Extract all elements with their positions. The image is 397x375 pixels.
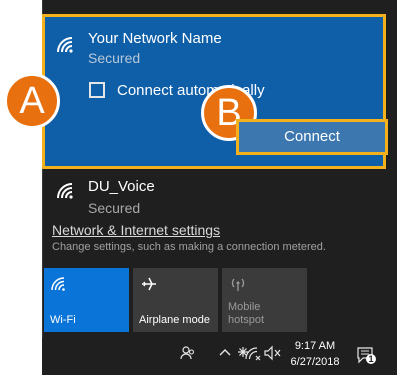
chevron-up-icon[interactable] [218,345,232,362]
airplane-mode-tile[interactable]: Airplane mode [133,268,218,332]
tile-label: Wi-Fi [50,314,76,326]
clock-date[interactable]: 6/27/2018 [287,356,343,368]
wifi-icon [51,277,65,291]
tile-label: Mobile hotspot [228,301,264,327]
wifi-toggle-tile[interactable]: Wi-Fi [44,268,129,332]
wifi-signal-icon [57,183,73,199]
clock-time[interactable]: 9:17 AM [290,340,340,352]
tile-label: Airplane mode [139,314,210,326]
volume-muted-icon[interactable] [263,345,283,364]
connect-button[interactable]: Connect [239,122,385,152]
network-status: Secured [88,200,141,216]
network-name: Your Network Name [88,30,222,47]
connect-automatically-checkbox[interactable] [89,82,105,98]
wifi-signal-icon [57,37,73,53]
network-tray-icon[interactable] [244,345,262,364]
action-center-icon[interactable]: 1 [356,346,378,369]
callout-a: A [4,73,60,129]
network-settings-link[interactable]: Network & Internet settings [52,222,220,238]
tile-label-line: hotspot [228,314,265,326]
network-status: Secured [88,50,141,66]
airplane-icon [142,277,156,291]
mobile-hotspot-tile[interactable]: Mobile hotspot [222,268,307,332]
people-icon[interactable] [180,345,196,364]
network-item[interactable]: DU_Voice Secured [42,169,397,219]
network-name: DU_Voice [88,178,155,195]
hotspot-icon [231,278,245,291]
tile-label-line: Mobile [228,301,261,313]
notification-count-badge: 1 [368,354,374,364]
network-settings-description: Change settings, such as making a connec… [52,241,326,253]
